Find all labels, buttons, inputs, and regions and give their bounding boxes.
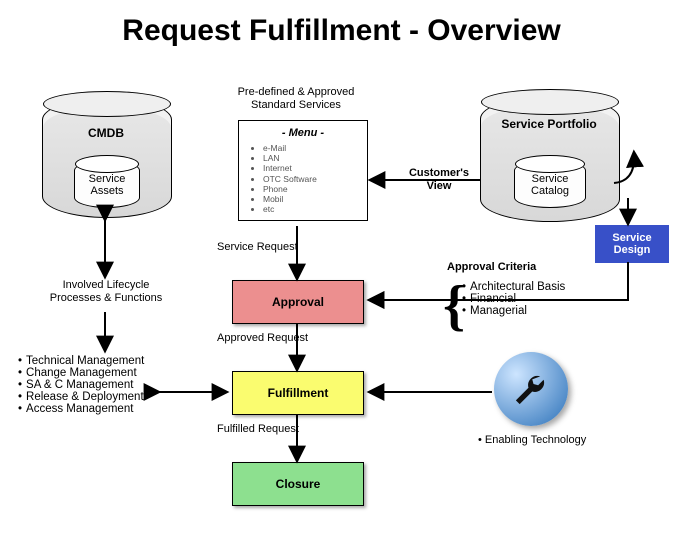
menu-box: - Menu - e-Mail LAN Internet OTC Softwar… — [238, 120, 368, 221]
criteria-item: Architectural Basis — [462, 281, 565, 293]
criteria-item: Financial — [462, 293, 565, 305]
lifecycle-item: Technical Management — [18, 355, 144, 367]
menu-item: Internet — [263, 163, 357, 173]
closure-box: Closure — [232, 462, 364, 506]
customers-view-label: Customer's View — [398, 167, 480, 192]
lifecycle-item: SA & C Management — [18, 379, 144, 391]
approval-box: Approval — [232, 280, 364, 324]
cmdb-inner-label: Service Assets — [75, 173, 139, 197]
approved-request-label: Approved Request — [217, 332, 308, 344]
lifecycle-list: Technical Management Change Management S… — [18, 355, 144, 415]
menu-list: e-Mail LAN Internet OTC Software Phone M… — [263, 143, 357, 214]
fulfilled-request-label: Fulfilled Request — [217, 423, 299, 435]
menu-title: - Menu - — [249, 127, 357, 139]
lifecycle-item: Release & Deployment — [18, 391, 144, 403]
criteria-item: Managerial — [462, 305, 565, 317]
lifecycle-item: Access Management — [18, 403, 144, 415]
portfolio-cylinder: Service Portfolio Service Catalog — [480, 96, 618, 220]
cmdb-cylinder: CMDB Service Assets — [42, 98, 170, 216]
menu-item: OTC Software — [263, 174, 357, 184]
menu-item: Phone — [263, 184, 357, 194]
lifecycle-item: Change Management — [18, 367, 144, 379]
menu-item: etc — [263, 204, 357, 214]
approval-criteria-title: Approval Criteria — [447, 261, 536, 273]
wrench-icon — [494, 352, 568, 426]
enabling-tech-label: • Enabling Technology — [478, 434, 586, 446]
page-title: Request Fulfillment - Overview — [0, 14, 683, 48]
involved-lifecycle-label: Involved Lifecycle Processes & Functions — [36, 279, 176, 305]
menu-item: LAN — [263, 153, 357, 163]
menu-item: Mobil — [263, 194, 357, 204]
portfolio-inner-label: Service Catalog — [515, 173, 585, 197]
approval-criteria-list: Architectural Basis Financial Managerial — [462, 281, 565, 317]
service-design-box: Service Design — [595, 225, 669, 263]
menu-item: e-Mail — [263, 143, 357, 153]
portfolio-label: Service Portfolio — [480, 118, 618, 132]
cmdb-label: CMDB — [42, 126, 170, 140]
service-request-label: Service Request — [217, 241, 298, 253]
menu-header: Pre-defined & Approved Standard Services — [216, 86, 376, 112]
fulfillment-box: Fulfillment — [232, 371, 364, 415]
